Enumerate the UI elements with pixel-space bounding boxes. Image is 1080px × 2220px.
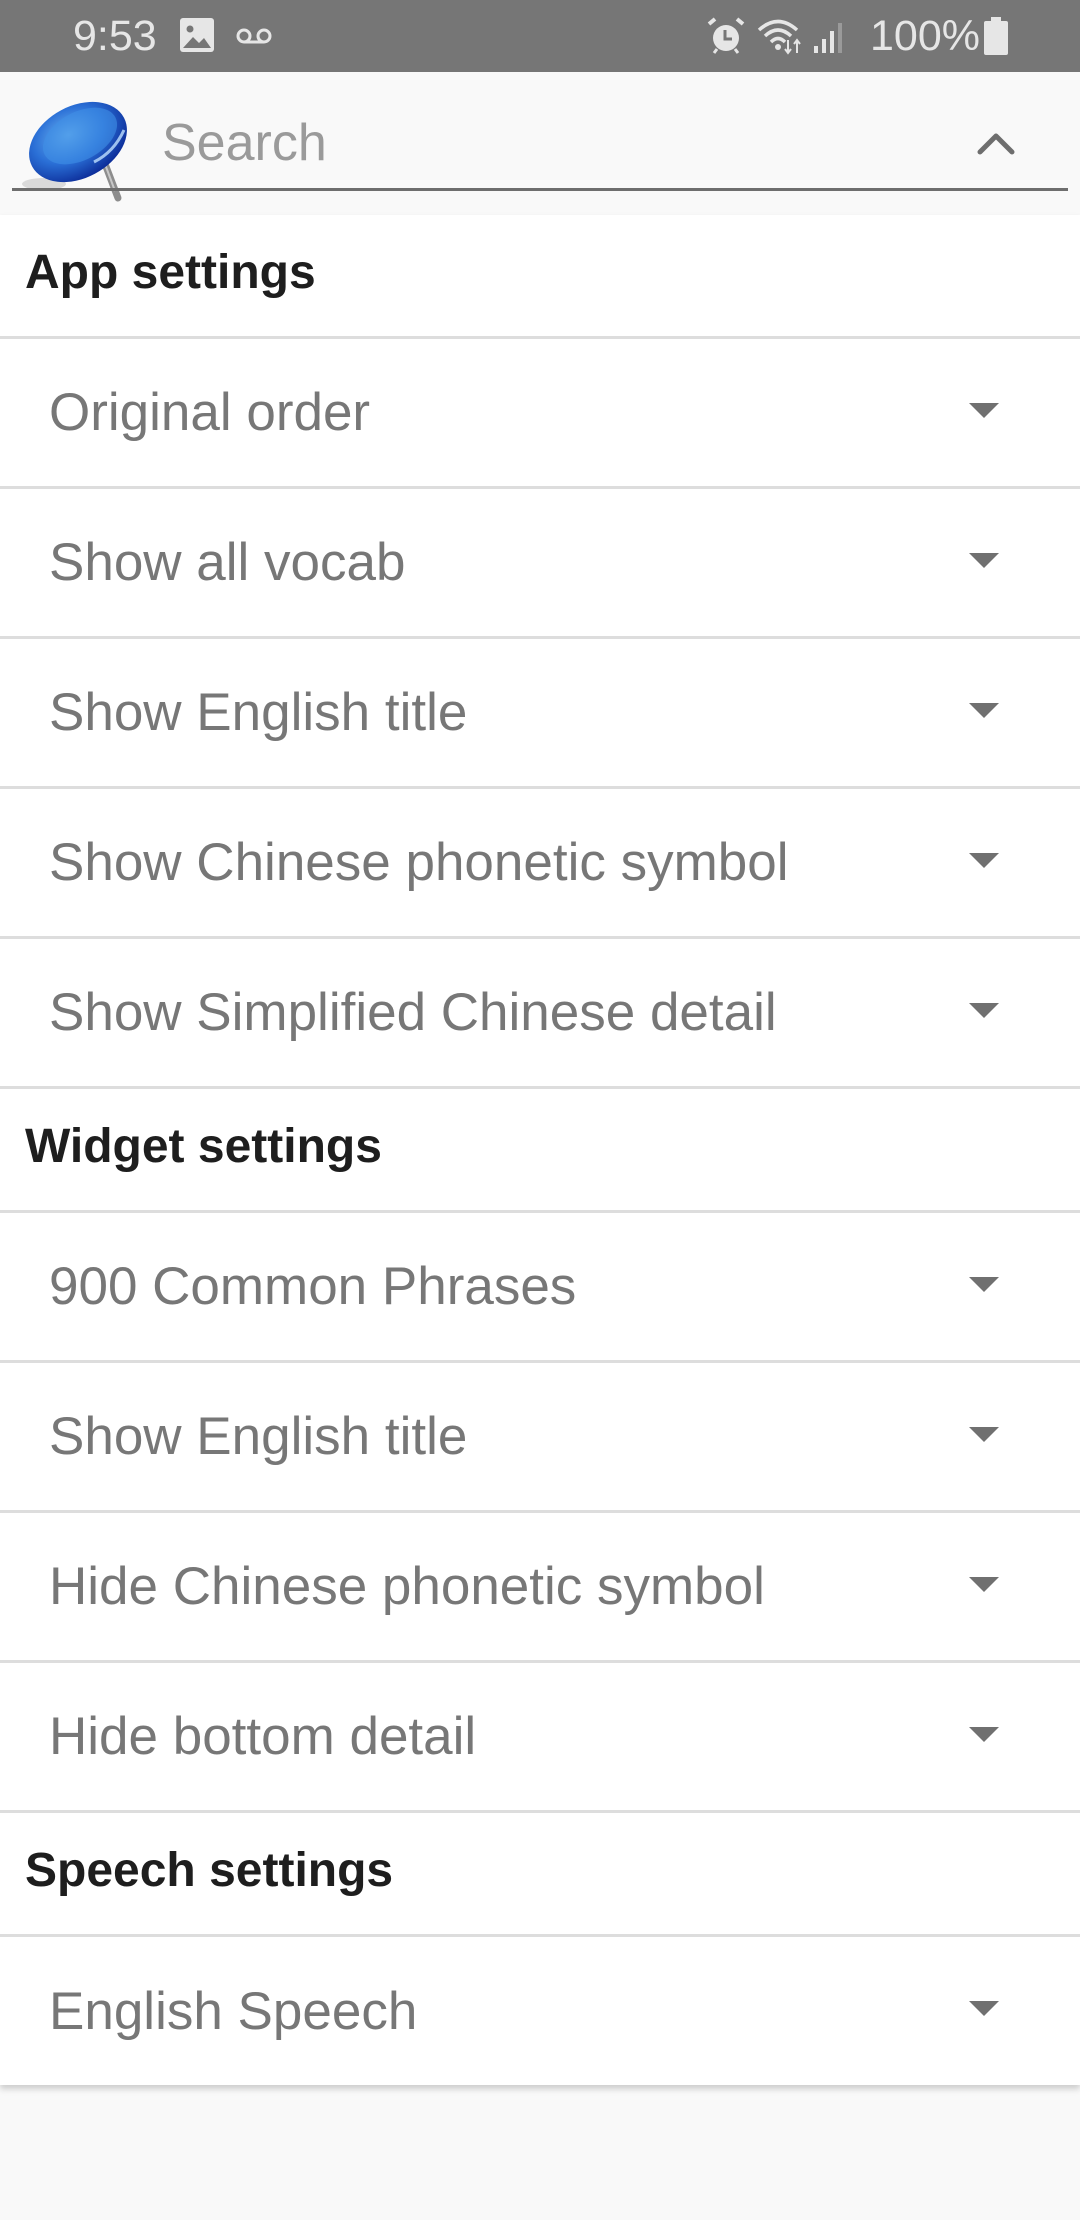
dropdown-value: 900 Common Phrases	[49, 1257, 577, 1316]
section-title: Widget settings	[25, 1120, 382, 1173]
dropdown-arrow-icon	[969, 1277, 999, 1292]
dropdown-arrow-icon	[969, 403, 999, 418]
settings-list: App settings Original order Show all voc…	[0, 215, 1080, 2085]
dropdown-phonetic-symbol[interactable]: Show Chinese phonetic symbol	[0, 789, 1080, 939]
dropdown-widget-english-title[interactable]: Show English title	[0, 1363, 1080, 1513]
voicemail-icon	[236, 28, 272, 49]
section-title: App settings	[25, 246, 316, 299]
dropdown-chinese-detail[interactable]: Show Simplified Chinese detail	[0, 939, 1080, 1089]
dropdown-value: Hide Chinese phonetic symbol	[49, 1557, 765, 1616]
section-header-widget-settings: Widget settings	[0, 1089, 1080, 1213]
dropdown-value: Show all vocab	[49, 533, 406, 592]
status-time: 9:53	[73, 12, 157, 60]
section-title: Speech settings	[25, 1844, 394, 1897]
alarm-icon	[706, 16, 746, 61]
dropdown-arrow-icon	[969, 2001, 999, 2016]
dropdown-arrow-icon	[969, 1427, 999, 1442]
dropdown-arrow-icon	[969, 1577, 999, 1592]
section-header-app-settings: App settings	[0, 215, 1080, 339]
image-icon	[180, 18, 214, 57]
dropdown-value: Show Simplified Chinese detail	[49, 983, 777, 1042]
dropdown-arrow-icon	[969, 853, 999, 868]
dropdown-value: English Speech	[49, 1981, 418, 2041]
status-bar: 9:53 100%	[0, 0, 1080, 72]
dropdown-widget-bottom-detail[interactable]: Hide bottom detail	[0, 1663, 1080, 1813]
search-input[interactable]	[162, 112, 922, 174]
dropdown-widget-book[interactable]: 900 Common Phrases	[0, 1213, 1080, 1363]
dropdown-value: Show English title	[49, 683, 468, 742]
dropdown-value: Original order	[49, 383, 371, 442]
dropdown-widget-phonetic-symbol[interactable]: Hide Chinese phonetic symbol	[0, 1513, 1080, 1663]
search-underline	[12, 188, 1068, 191]
dropdown-value: Show English title	[49, 1407, 468, 1466]
battery-full-icon	[984, 17, 1008, 60]
dropdown-arrow-icon	[969, 1003, 999, 1018]
dropdown-arrow-icon	[969, 703, 999, 718]
collapse-button[interactable]	[960, 116, 1032, 172]
dropdown-english-title[interactable]: Show English title	[0, 639, 1080, 789]
dropdown-speech-language[interactable]: English Speech	[0, 1937, 1080, 2085]
dropdown-value: Show Chinese phonetic symbol	[49, 833, 789, 892]
battery-percent: 100%	[870, 12, 980, 60]
dropdown-value: Hide bottom detail	[49, 1707, 477, 1766]
dropdown-vocab-filter[interactable]: Show all vocab	[0, 489, 1080, 639]
section-header-speech-settings: Speech settings	[0, 1813, 1080, 1937]
dropdown-arrow-icon	[969, 1727, 999, 1742]
chevron-up-icon	[977, 133, 1015, 155]
search-header	[0, 72, 1080, 215]
dropdown-original-order[interactable]: Original order	[0, 339, 1080, 489]
wifi-icon	[756, 16, 806, 61]
signal-icon	[812, 20, 846, 59]
dropdown-arrow-icon	[969, 553, 999, 568]
